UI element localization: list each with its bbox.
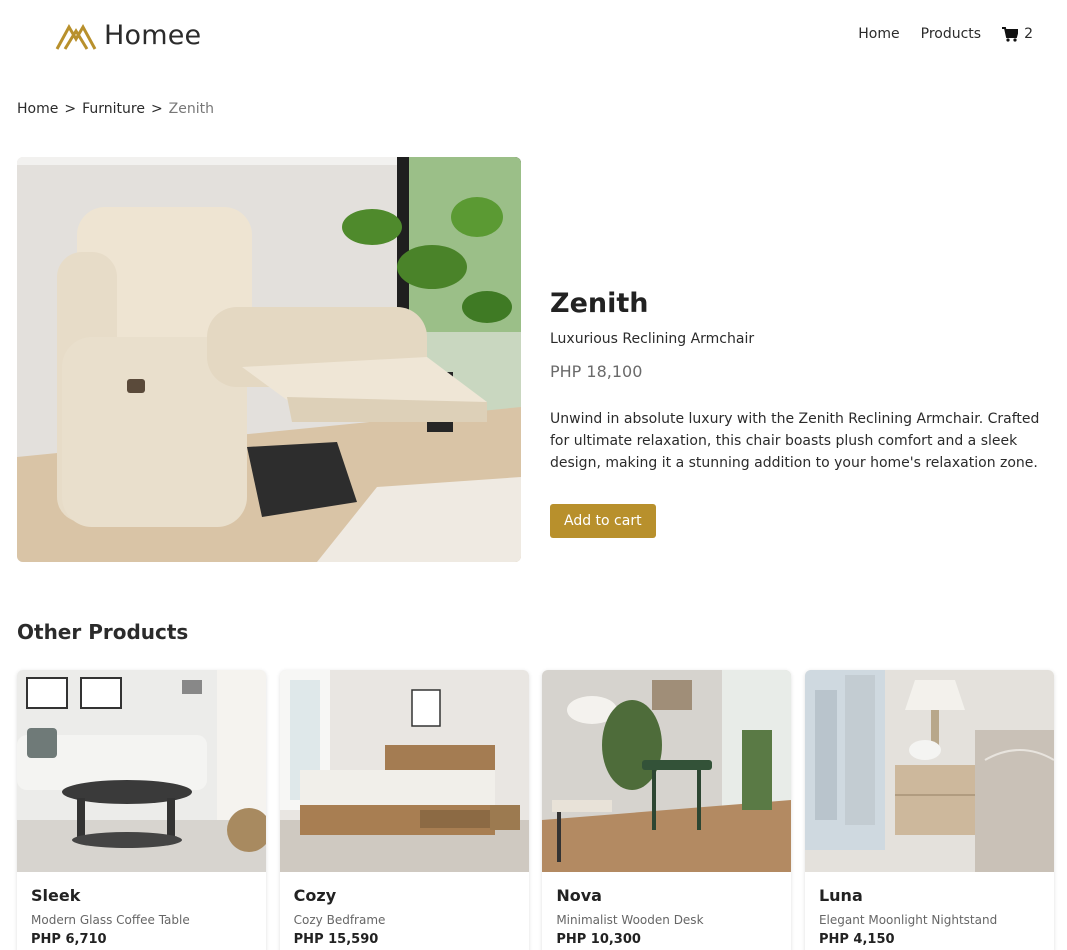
add-to-cart-button[interactable]: Add to cart — [550, 504, 656, 538]
main-nav: Home Products 2 — [837, 26, 1033, 42]
card-subtitle: Cozy Bedframe — [293, 913, 386, 927]
product-price: PHP 18,100 — [550, 362, 643, 381]
breadcrumb-separator: > — [64, 101, 77, 117]
card-subtitle: Elegant Moonlight Nightstand — [818, 913, 998, 927]
logo-icon — [55, 23, 97, 50]
card-price: PHP 6,710 — [31, 932, 107, 947]
product-image — [17, 157, 521, 562]
card-name: Nova — [556, 886, 602, 905]
product-subtitle: Luxurious Reclining Armchair — [550, 331, 755, 347]
other-products-heading: Other Products — [17, 620, 189, 644]
product-card-image — [542, 670, 792, 872]
card-price: PHP 15,590 — [293, 932, 379, 947]
product-info: Zenith Luxurious Reclining Armchair PHP … — [550, 288, 1050, 538]
card-name: Cozy — [293, 886, 337, 905]
card-name: Luna — [818, 886, 863, 905]
card-price: PHP 4,150 — [818, 932, 895, 947]
product-card-image — [17, 670, 266, 872]
product-description: Unwind in absolute luxury with the Zenit… — [550, 411, 1040, 471]
product-grid: Sleek Modern Glass Coffee Table PHP 6,71… — [17, 670, 1054, 950]
product-card-nova[interactable]: Nova Minimalist Wooden Desk PHP 10,300 — [542, 670, 792, 950]
product-card-luna[interactable]: Luna Elegant Moonlight Nightstand PHP 4,… — [804, 670, 1054, 950]
breadcrumb-home[interactable]: Home — [17, 101, 58, 117]
breadcrumb-furniture[interactable]: Furniture — [82, 101, 145, 117]
breadcrumb-separator: > — [150, 101, 163, 117]
card-price: PHP 10,300 — [556, 932, 641, 947]
product-name: Zenith — [550, 288, 649, 319]
logo[interactable]: Homee — [55, 20, 201, 51]
product-card-sleek[interactable]: Sleek Modern Glass Coffee Table PHP 6,71… — [17, 670, 266, 950]
header: Homee Home Products 2 — [0, 0, 1067, 72]
product-card-cozy[interactable]: Cozy Cozy Bedframe PHP 15,590 — [279, 670, 529, 950]
product-card-image — [279, 670, 529, 872]
card-name: Sleek — [31, 886, 81, 905]
nav-home-link[interactable]: Home — [858, 26, 899, 42]
breadcrumb: Home > Furniture > Zenith — [17, 101, 214, 117]
cart-icon — [1002, 26, 1019, 42]
nav-products-link[interactable]: Products — [921, 26, 981, 42]
card-subtitle: Minimalist Wooden Desk — [556, 913, 704, 927]
brand-name: Homee — [104, 20, 202, 51]
breadcrumb-current: Zenith — [168, 101, 215, 117]
product-card-image — [804, 670, 1054, 872]
cart-button[interactable]: 2 — [1002, 26, 1033, 42]
card-subtitle: Modern Glass Coffee Table — [31, 913, 190, 927]
cart-count: 2 — [1024, 26, 1033, 42]
